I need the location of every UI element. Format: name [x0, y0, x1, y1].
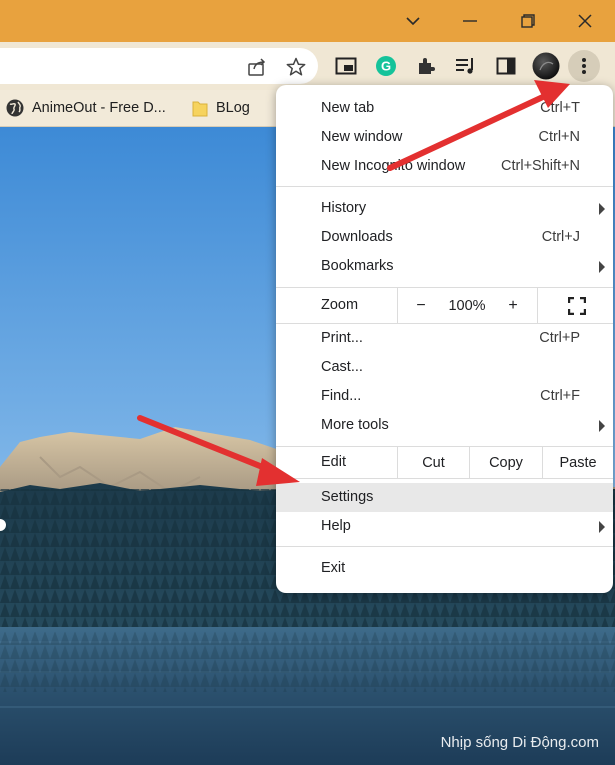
menu-item-downloads[interactable]: Downloads Ctrl+J: [276, 223, 613, 252]
zoom-out-button[interactable]: −: [410, 288, 432, 323]
chevron-down-icon: [406, 17, 420, 26]
more-menu-icon: [582, 58, 586, 74]
menu-item-label: Downloads: [321, 229, 393, 245]
menu-item-shortcut: Ctrl+J: [541, 229, 580, 245]
menu-item-label: Settings: [321, 489, 374, 505]
edit-label: Edit: [321, 454, 346, 470]
menu-divider: [537, 288, 538, 323]
share-icon[interactable]: [246, 56, 268, 78]
zoom-in-button[interactable]: +: [502, 288, 524, 323]
fullscreen-button[interactable]: [562, 288, 592, 323]
menu-item-label: More tools: [321, 417, 389, 433]
bookmark-label: AnimeOut - Free D...: [32, 100, 166, 116]
menu-item-shortcut: Ctrl+P: [539, 330, 580, 346]
title-bar: [0, 0, 615, 42]
menu-item-shortcut: Ctrl+N: [538, 129, 581, 145]
reading-list-icon[interactable]: [454, 54, 478, 78]
menu-divider: [397, 288, 398, 323]
menu-item-exit[interactable]: Exit: [276, 554, 613, 583]
menu-item-label: History: [321, 200, 367, 216]
menu-item-bookmarks[interactable]: Bookmarks: [276, 252, 613, 281]
menu-row-zoom: Zoom − 100% +: [276, 288, 613, 323]
address-bar[interactable]: [0, 48, 318, 84]
menu-item-print[interactable]: Print... Ctrl+P: [276, 324, 613, 353]
menu-item-label: Exit: [321, 560, 346, 576]
menu-item-label: Help: [321, 518, 351, 534]
submenu-arrow-icon: [599, 261, 605, 273]
minimize-icon: [463, 20, 477, 22]
menu-item-label: New tab: [321, 100, 375, 116]
submenu-arrow-icon: [599, 420, 605, 432]
menu-row-edit: Edit Cut Copy Paste: [276, 447, 613, 478]
picture-in-picture-icon[interactable]: [334, 54, 358, 78]
submenu-arrow-icon: [599, 203, 605, 215]
menu-item-settings[interactable]: Settings: [276, 483, 613, 512]
restore-icon: [521, 14, 535, 28]
menu-item-label: New window: [321, 129, 403, 145]
browser-toolbar: G: [0, 42, 615, 90]
menu-item-new-tab[interactable]: New tab Ctrl+T: [276, 94, 613, 123]
menu-divider: [276, 546, 613, 547]
menu-item-label: Bookmarks: [321, 258, 394, 274]
menu-item-label: Cast...: [321, 359, 363, 375]
bookmark-label: BLog: [216, 100, 250, 116]
menu-item-help[interactable]: Help: [276, 512, 613, 541]
zoom-label: Zoom: [321, 297, 359, 313]
extensions-icon[interactable]: [414, 54, 438, 78]
menu-item-shortcut: Ctrl+F: [540, 388, 580, 404]
menu-item-label: Print...: [321, 330, 363, 346]
minimize-button[interactable]: [455, 7, 485, 35]
tab-search-button[interactable]: [398, 7, 428, 35]
grammarly-icon[interactable]: G: [374, 54, 398, 78]
menu-divider: [276, 186, 613, 187]
globe-icon: [6, 99, 24, 117]
chrome-main-menu: New tab Ctrl+T New window Ctrl+N New Inc…: [276, 85, 613, 593]
bookmark-animeout[interactable]: AnimeOut - Free D...: [6, 97, 166, 119]
menu-item-label: Find...: [321, 388, 362, 404]
submenu-arrow-icon: [599, 521, 605, 533]
zoom-level-value: 100%: [448, 297, 486, 314]
menu-divider: [276, 478, 613, 479]
close-button[interactable]: [570, 7, 600, 35]
menu-item-history[interactable]: History: [276, 194, 613, 223]
watermark-text: Nhịp sống Di Động.com: [440, 734, 599, 751]
more-menu-button[interactable]: [568, 50, 600, 82]
close-icon: [578, 14, 592, 28]
menu-item-shortcut: Ctrl+T: [540, 100, 580, 116]
menu-item-new-window[interactable]: New window Ctrl+N: [276, 123, 613, 152]
folder-icon: [192, 101, 208, 117]
svg-text:G: G: [381, 59, 391, 74]
profile-avatar[interactable]: [532, 52, 560, 80]
copy-button[interactable]: Copy: [470, 447, 542, 478]
cut-button[interactable]: Cut: [398, 447, 469, 478]
paste-button[interactable]: Paste: [543, 447, 613, 478]
menu-item-find[interactable]: Find... Ctrl+F: [276, 382, 613, 411]
fullscreen-icon: [568, 296, 586, 315]
menu-item-cast[interactable]: Cast...: [276, 353, 613, 382]
menu-item-new-incognito-window[interactable]: New Incognito window Ctrl+Shift+N: [276, 152, 613, 181]
menu-item-more-tools[interactable]: More tools: [276, 411, 613, 440]
bookmark-blog[interactable]: BLog: [192, 97, 250, 119]
star-icon[interactable]: [285, 56, 307, 78]
menu-item-shortcut: Ctrl+Shift+N: [501, 158, 580, 174]
side-panel-icon[interactable]: [494, 54, 518, 78]
menu-item-label: New Incognito window: [321, 158, 466, 174]
restore-button[interactable]: [513, 7, 543, 35]
